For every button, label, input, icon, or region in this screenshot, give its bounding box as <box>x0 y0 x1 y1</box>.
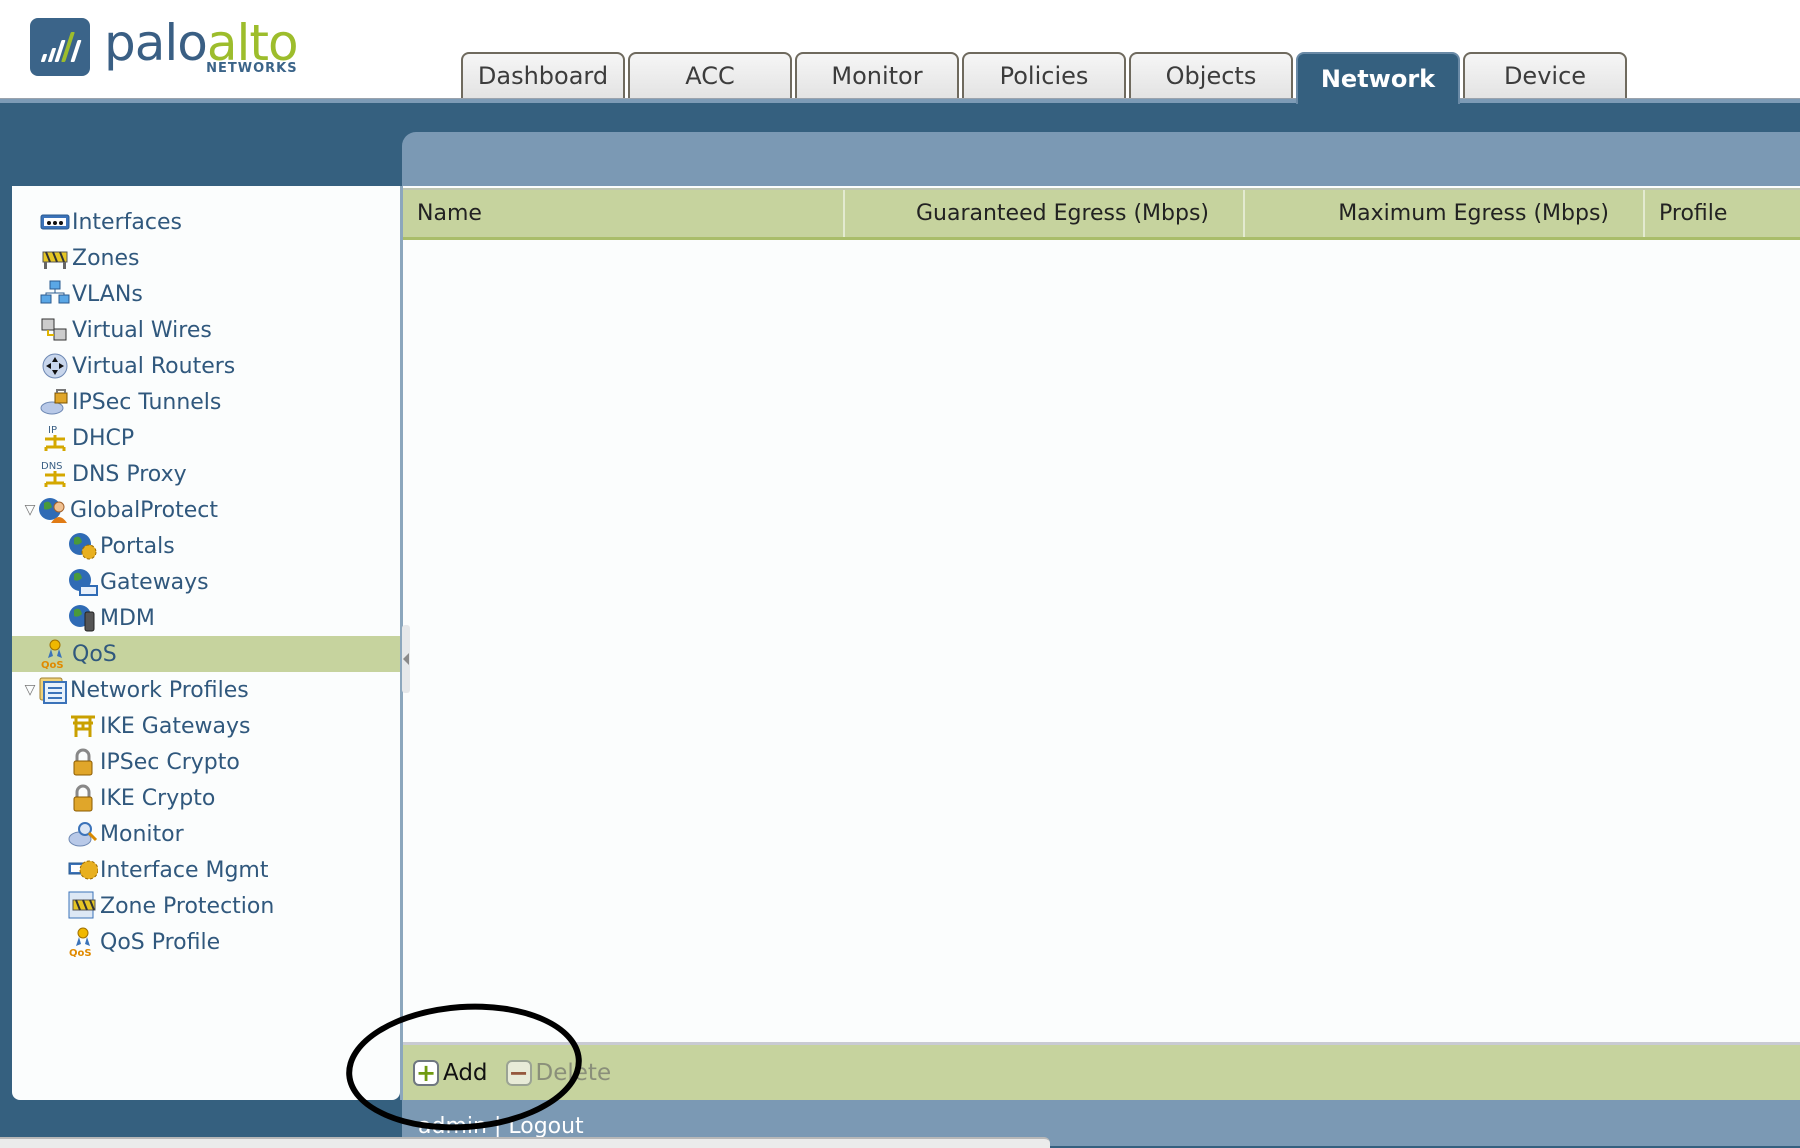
column-header-profile[interactable]: Profile <box>1645 190 1800 237</box>
sidebar-item-label: Virtual Wires <box>72 317 212 343</box>
svg-text:QoS: QoS <box>69 948 92 957</box>
globe-device-icon <box>68 603 98 633</box>
globe-gateway-icon <box>68 567 98 597</box>
username-label: admin <box>418 1114 487 1139</box>
zone-shield-icon <box>68 891 98 921</box>
column-header-maximum-egress[interactable]: Maximum Egress (Mbps) <box>1245 190 1645 237</box>
delete-button[interactable]: − Delete <box>505 1059 612 1087</box>
tab-device[interactable]: Device <box>1463 52 1627 98</box>
sidebar-item-network-profiles[interactable]: ▽ Network Profiles <box>12 672 400 708</box>
sidebar-item-label: GlobalProtect <box>70 497 218 523</box>
sidebar-item-label: DHCP <box>72 425 135 451</box>
sidebar-nav: Interfaces Zones VLANs Virtual Wires Vir… <box>12 186 400 1100</box>
sidebar-item-interfaces[interactable]: Interfaces <box>12 204 400 240</box>
sidebar-item-label: VLANs <box>72 281 143 307</box>
sidebar-item-qos-profile[interactable]: QoS QoS Profile <box>12 924 400 960</box>
lock-icon <box>68 783 98 813</box>
sidebar-item-ike-crypto[interactable]: IKE Crypto <box>12 780 400 816</box>
gate-icon <box>68 711 98 741</box>
add-button[interactable]: + Add <box>413 1059 488 1087</box>
sidebar-item-monitor[interactable]: Monitor <box>12 816 400 852</box>
footer-user-links: admin | Logout <box>418 1114 584 1139</box>
network-computers-icon <box>40 279 70 309</box>
svg-text:DNS: DNS <box>41 461 63 472</box>
table-header: Name Guaranteed Egress (Mbps) Maximum Eg… <box>403 188 1800 240</box>
sidebar-item-label: Network Profiles <box>70 677 249 703</box>
add-label: Add <box>443 1059 488 1086</box>
virtual-wire-icon <box>40 315 70 345</box>
qos-table-body <box>403 186 1800 1042</box>
router-icon <box>40 351 70 381</box>
tab-objects[interactable]: Objects <box>1129 52 1293 98</box>
sidebar-item-label: Gateways <box>100 569 209 595</box>
expand-triangle-icon[interactable]: ▽ <box>22 502 38 518</box>
tunnel-lock-icon <box>40 387 70 417</box>
sidebar-item-label: QoS <box>72 641 117 667</box>
logout-link[interactable]: Logout <box>508 1114 583 1139</box>
svg-text:IP: IP <box>48 425 57 436</box>
sidebar-item-label: IPSec Tunnels <box>72 389 222 415</box>
sidebar-item-label: Virtual Routers <box>72 353 236 379</box>
sidebar-item-label: MDM <box>100 605 155 631</box>
tab-policies[interactable]: Policies <box>962 52 1126 98</box>
sidebar-item-label: Interface Mgmt <box>100 857 269 883</box>
sidebar-item-ike-gateways[interactable]: IKE Gateways <box>12 708 400 744</box>
sidebar-item-gateways[interactable]: Gateways <box>12 564 400 600</box>
lock-icon <box>68 747 98 777</box>
expand-triangle-icon[interactable]: ▽ <box>22 682 38 698</box>
delete-label: Delete <box>535 1059 612 1086</box>
sidebar-item-label: Interfaces <box>72 209 182 235</box>
sidebar-item-ipsec-crypto[interactable]: IPSec Crypto <box>12 744 400 780</box>
sidebar-item-zones[interactable]: Zones <box>12 240 400 276</box>
svg-text:QoS: QoS <box>41 660 64 669</box>
dns-icon: DNS <box>40 459 70 489</box>
sidebar-item-label: IKE Crypto <box>100 785 216 811</box>
interface-gear-icon <box>68 855 98 885</box>
magnifier-icon <box>68 819 98 849</box>
sidebar-item-label: Portals <box>100 533 175 559</box>
palo-alto-logo: paloalto NETWORKS <box>30 18 299 80</box>
sidebar-item-label: IKE Gateways <box>100 713 251 739</box>
logo-mark-icon <box>30 18 90 76</box>
globe-user-icon <box>38 495 68 525</box>
profile-folder-icon <box>38 675 68 705</box>
sidebar-item-label: DNS Proxy <box>72 461 187 487</box>
sidebar-item-portals[interactable]: Portals <box>12 528 400 564</box>
column-header-guaranteed-egress[interactable]: Guaranteed Egress (Mbps) <box>845 190 1245 237</box>
barrier-icon <box>40 243 70 273</box>
sidebar-item-virtual-routers[interactable]: Virtual Routers <box>12 348 400 384</box>
sidebar-item-interface-mgmt[interactable]: Interface Mgmt <box>12 852 400 888</box>
minus-icon: − <box>505 1059 532 1087</box>
sidebar-collapse-handle[interactable] <box>402 625 410 693</box>
dhcp-ip-icon: IP <box>40 423 70 453</box>
sidebar-item-mdm[interactable]: MDM <box>12 600 400 636</box>
sidebar-item-label: IPSec Crypto <box>100 749 240 775</box>
ethernet-port-icon <box>40 207 70 237</box>
tab-monitor[interactable]: Monitor <box>795 52 959 98</box>
table-toolbar: + Add − Delete <box>403 1042 1800 1100</box>
sidebar-item-globalprotect[interactable]: ▽ GlobalProtect <box>12 492 400 528</box>
sidebar-item-virtual-wires[interactable]: Virtual Wires <box>12 312 400 348</box>
sidebar-item-label: Zone Protection <box>100 893 275 919</box>
sidebar-item-label: Zones <box>72 245 140 271</box>
sidebar-item-ipsec-tunnels[interactable]: IPSec Tunnels <box>12 384 400 420</box>
browser-status-bar <box>0 1137 1050 1148</box>
sidebar-item-label: Monitor <box>100 821 184 847</box>
sidebar-item-label: QoS Profile <box>100 929 221 955</box>
footer-separator: | <box>493 1114 502 1139</box>
tab-acc[interactable]: ACC <box>628 52 792 98</box>
tab-dashboard[interactable]: Dashboard <box>461 52 625 98</box>
sidebar-item-qos[interactable]: QoS QoS <box>12 636 400 672</box>
tab-network[interactable]: Network <box>1296 52 1460 104</box>
sidebar-item-dns-proxy[interactable]: DNS DNS Proxy <box>12 456 400 492</box>
globe-gear-icon <box>68 531 98 561</box>
sidebar-item-dhcp[interactable]: IP DHCP <box>12 420 400 456</box>
sidebar-item-zone-protection[interactable]: Zone Protection <box>12 888 400 924</box>
main-tabs: Dashboard ACC Monitor Policies Objects N… <box>461 52 1630 104</box>
sidebar-item-vlans[interactable]: VLANs <box>12 276 400 312</box>
qos-ribbon-icon: QoS <box>40 639 70 669</box>
column-header-name[interactable]: Name <box>403 190 845 237</box>
plus-icon: + <box>413 1059 439 1087</box>
qos-ribbon-icon: QoS <box>68 927 98 957</box>
